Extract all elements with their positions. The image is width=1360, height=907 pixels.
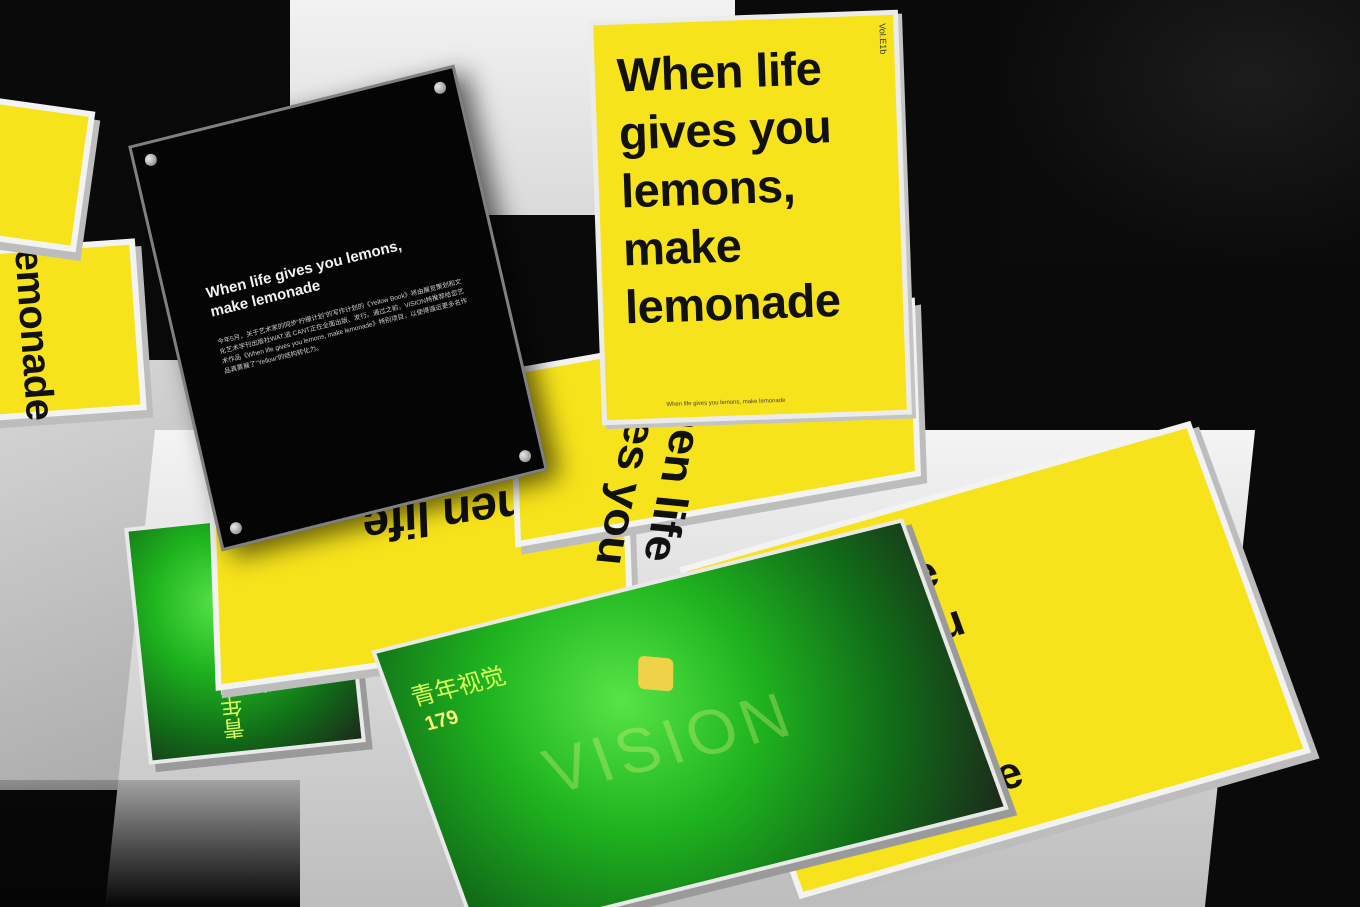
exhibition-photo: lemonade 青年视觉 179 When life gives you Wh… xyxy=(0,0,1360,907)
floor-shadow xyxy=(0,780,300,907)
sign-screw-bl xyxy=(228,520,244,536)
green-front-title: 青年视觉 xyxy=(407,662,510,712)
green-front-issue: 179 xyxy=(421,706,462,736)
left-yellow-poster-top xyxy=(0,104,89,246)
upright-yellow-poster: When life gives you lemons, make lemonad… xyxy=(593,14,907,421)
upright-poster-footer: When life gives you lemons, make lemonad… xyxy=(666,397,786,409)
green-front-watermark: VISION xyxy=(534,677,805,807)
left-yellow-poster: lemonade xyxy=(0,236,141,422)
dark-fabric xyxy=(1000,0,1360,260)
left-poster-word: lemonade xyxy=(5,236,63,422)
sign-screw-tr xyxy=(432,80,448,96)
upright-poster-headline: When life gives you lemons, make lemonad… xyxy=(616,41,842,334)
upright-poster-spine: Vol.E1b xyxy=(877,23,889,55)
sign-screw-br xyxy=(517,448,533,464)
green-front-sticker xyxy=(638,655,674,692)
sign-screw-tl xyxy=(143,152,159,168)
